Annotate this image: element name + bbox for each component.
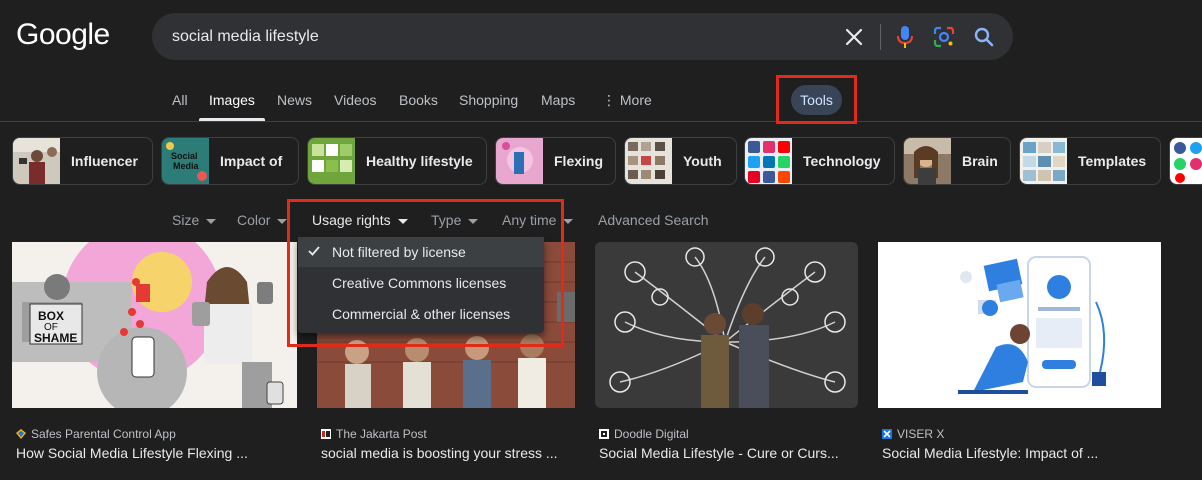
chip-thumb-text: Media — [173, 161, 199, 171]
filter-type[interactable]: Type — [431, 212, 479, 228]
filter-usage-rights-label: Usage rights — [312, 212, 391, 228]
advanced-search-link[interactable]: Advanced Search — [598, 212, 709, 228]
tab-news[interactable]: News — [277, 92, 312, 108]
viser-x-favicon-icon — [882, 429, 892, 439]
jakarta-post-favicon-icon — [321, 429, 331, 439]
filter-time[interactable]: Any time — [502, 212, 574, 228]
chip-thumbnail — [904, 138, 951, 184]
filter-color-label: Color — [237, 212, 271, 228]
chip-label: Brain — [962, 153, 998, 169]
filter-usage-rights[interactable]: Usage rights — [312, 212, 408, 228]
lens-icon — [933, 26, 955, 48]
result-source-label: VISER X — [897, 427, 945, 441]
tab-videos[interactable]: Videos — [334, 92, 377, 108]
lens-search-button[interactable] — [932, 25, 956, 49]
result-title-4[interactable]: Social Media Lifestyle: Impact of ... — [882, 445, 1098, 461]
chevron-down-icon — [468, 218, 479, 224]
chip-thumb-text: Social — [171, 151, 198, 161]
filter-size[interactable]: Size — [172, 212, 217, 228]
chip-label: Technology — [803, 153, 881, 169]
result-thumbnail — [595, 242, 858, 408]
filter-time-label: Any time — [502, 212, 557, 228]
doodle-digital-favicon-icon — [599, 429, 609, 439]
tab-books[interactable]: Books — [399, 92, 438, 108]
safes-favicon-icon — [16, 429, 26, 439]
check-icon — [308, 246, 320, 256]
page: Google social media lifestyle All Images… — [0, 0, 1202, 480]
image-text: SHAME — [34, 331, 78, 345]
close-icon — [845, 28, 863, 46]
chip-technology[interactable]: Technology — [744, 137, 895, 185]
menu-item-creative-commons[interactable]: Creative Commons licenses — [298, 268, 544, 298]
result-thumbnail — [878, 242, 1161, 408]
chip-impact-of[interactable]: Social Media Impact of — [161, 137, 299, 185]
microphone-icon — [897, 26, 913, 48]
chip-label: Healthy lifestyle — [366, 153, 473, 169]
tools-button[interactable]: Tools — [791, 85, 842, 115]
result-image-1[interactable]: BOX OF SHAME — [12, 242, 297, 408]
chip-thumbnail — [625, 138, 672, 184]
menu-item-not-filtered[interactable]: Not filtered by license — [298, 237, 544, 267]
search-divider — [880, 24, 881, 50]
filter-size-label: Size — [172, 212, 200, 228]
chip-youth[interactable]: Youth — [624, 137, 737, 185]
search-box[interactable] — [152, 13, 1013, 60]
chip-label: Youth — [683, 153, 722, 169]
filter-color[interactable]: Color — [237, 212, 288, 228]
chip-thumbnail — [745, 138, 792, 184]
filter-type-label: Type — [431, 212, 462, 228]
result-source-label: The Jakarta Post — [336, 427, 427, 441]
chevron-down-icon — [397, 218, 408, 224]
chip-brain[interactable]: Brain — [903, 137, 1011, 185]
result-source-3[interactable]: Doodle Digital — [599, 427, 689, 441]
chip-influencer[interactable]: Influencer — [12, 137, 153, 185]
chip-thumbnail — [1020, 138, 1067, 184]
google-logo[interactable]: Google — [16, 18, 110, 52]
menu-item-commercial[interactable]: Commercial & other licenses — [298, 299, 544, 329]
chip-label: Templates — [1078, 153, 1147, 169]
nav-divider — [0, 121, 1202, 122]
search-submit-button[interactable] — [972, 25, 996, 49]
search-input[interactable] — [172, 23, 812, 50]
tab-maps[interactable]: Maps — [541, 92, 575, 108]
result-image-3[interactable] — [595, 242, 858, 408]
chevron-down-icon — [206, 218, 217, 224]
menu-item-label: Creative Commons licenses — [332, 275, 507, 291]
result-source-4[interactable]: VISER X — [882, 427, 944, 441]
search-tabs: All Images News Videos Books Shopping Ma… — [0, 86, 1202, 121]
clear-search-button[interactable] — [841, 24, 867, 50]
chevron-down-icon — [277, 218, 288, 224]
voice-search-button[interactable] — [893, 24, 917, 50]
result-source-1[interactable]: Safes Parental Control App — [16, 427, 176, 441]
result-source-label: Safes Parental Control App — [31, 427, 176, 441]
result-source-2[interactable]: The Jakarta Post — [321, 427, 427, 441]
result-title-1[interactable]: How Social Media Lifestyle Flexing ... — [16, 445, 248, 461]
chip-label: Influencer — [71, 153, 138, 169]
result-title-2[interactable]: social media is boosting your stress ... — [321, 445, 558, 461]
chip-more-overflow[interactable] — [1169, 137, 1202, 185]
result-image-4[interactable] — [878, 242, 1161, 408]
chip-thumbnail — [496, 138, 543, 184]
search-icon — [974, 27, 994, 47]
chip-thumbnail — [1170, 138, 1202, 184]
result-source-label: Doodle Digital — [614, 427, 689, 441]
chip-flexing[interactable]: Flexing — [495, 137, 616, 185]
tab-images[interactable]: Images — [209, 92, 255, 108]
usage-rights-menu: Not filtered by license Creative Commons… — [298, 237, 544, 333]
chip-healthy-lifestyle[interactable]: Healthy lifestyle — [307, 137, 487, 185]
menu-item-label: Commercial & other licenses — [332, 306, 511, 322]
chip-thumbnail — [308, 138, 355, 184]
chevron-down-icon — [563, 218, 574, 224]
tab-more[interactable]: ⋮ More — [602, 92, 652, 109]
tab-shopping[interactable]: Shopping — [459, 92, 518, 108]
chip-thumbnail — [13, 138, 60, 184]
menu-item-label: Not filtered by license — [332, 244, 466, 260]
chip-templates[interactable]: Templates — [1019, 137, 1161, 185]
chip-label: Impact of — [220, 153, 283, 169]
chip-label: Flexing — [554, 153, 604, 169]
result-title-3[interactable]: Social Media Lifestyle - Cure or Curs... — [599, 445, 839, 461]
tab-all[interactable]: All — [172, 92, 188, 108]
